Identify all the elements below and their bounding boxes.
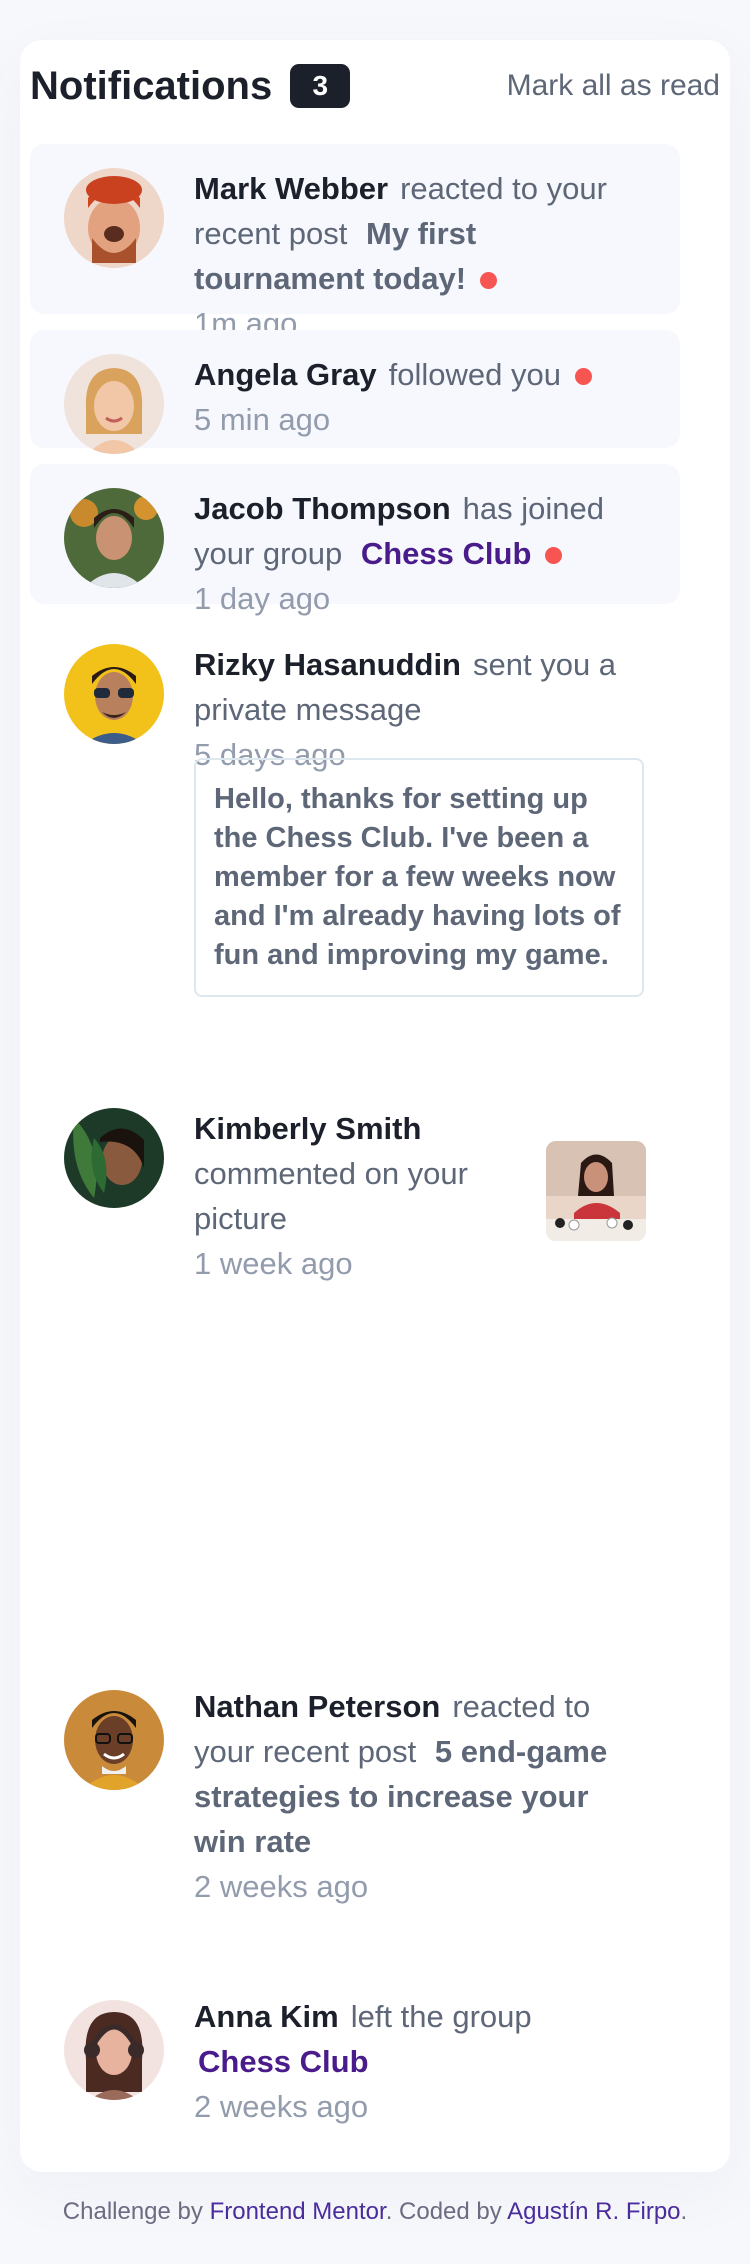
user-name[interactable]: Angela Gray [194,357,377,392]
timestamp: 2 weeks ago [194,1869,369,1904]
unread-count-badge: 3 [290,64,351,108]
notification-item[interactable]: Kimberly Smith commented on your picture… [30,1108,680,1281]
notification-item[interactable]: Nathan Peterson reacted to your recent po… [30,1689,680,1904]
frontend-mentor-link[interactable]: Frontend Mentor [210,2198,386,2225]
notification-body: Mark Webber reacted to your recent post M… [194,166,646,346]
avatar[interactable] [64,1690,164,1790]
notification-body: Anna Kim left the group Chess Club 2 week… [194,1994,646,2129]
page-title: Notifications [30,63,273,108]
commented-picture-thumbnail[interactable] [546,1141,646,1241]
notification-body: Jacob Thompson has joined your group Ches… [194,486,646,621]
notification-body: Nathan Peterson reacted to your recent po… [194,1684,646,1909]
action-text: followed you [388,357,561,392]
user-name[interactable]: Anna Kim [194,1999,339,2034]
unread-dot [480,272,498,290]
attribution-footer: Challenge by Frontend Mentor. Coded by A… [0,2196,750,2228]
notification-item[interactable]: Angela Gray followed you 5 min ago [30,330,680,454]
user-name[interactable]: Jacob Thompson [194,491,451,526]
timestamp: 1 day ago [194,581,331,616]
user-name[interactable]: Rizky Hasanuddin [194,647,461,682]
avatar[interactable] [64,354,164,454]
footer-prefix: Challenge by [62,2198,203,2225]
user-name[interactable]: Nathan Peterson [194,1689,440,1724]
private-message[interactable]: Hello, thanks for setting up the Chess C… [194,758,644,997]
unread-dot [545,547,563,565]
avatar[interactable] [64,2000,164,2100]
notification-item[interactable]: Mark Webber reacted to your recent post M… [30,144,680,341]
timestamp: 2 weeks ago [194,2089,369,2124]
avatar[interactable] [64,644,164,744]
header: Notifications 3 Mark all as read [30,56,720,116]
avatar[interactable] [64,168,164,268]
unread-dot [574,368,592,386]
notification-body: Kimberly Smith commented on your picture… [194,1106,530,1286]
notification-body: Rizky Hasanuddin sent you a private messa… [194,642,646,777]
notification-item[interactable]: Anna Kim left the group Chess Club 2 week… [30,1999,680,2130]
avatar[interactable] [64,488,164,588]
avatar[interactable] [64,1108,164,1208]
action-text: commented on your picture [194,1156,468,1236]
user-name[interactable]: Mark Webber [194,171,388,206]
author-link[interactable]: Agustín R. Firpo [507,2198,680,2225]
footer-middle: . Coded by [385,2198,502,2225]
timestamp: 1 week ago [194,1246,353,1281]
footer-suffix: . [680,2198,688,2225]
title-wrap: Notifications 3 [30,63,351,109]
group-link[interactable]: Chess Club [198,2044,369,2079]
group-link[interactable]: Chess Club [361,536,532,571]
notification-body: Angela Gray followed you 5 min ago [194,352,646,442]
user-name[interactable]: Kimberly Smith [194,1111,421,1146]
mark-all-read-button[interactable]: Mark all as read [507,69,720,103]
timestamp: 5 min ago [194,402,331,437]
action-text: left the group [350,1999,532,2034]
notification-item[interactable]: Jacob Thompson has joined your group Ches… [30,464,680,616]
notification-item[interactable]: Rizky Hasanuddin sent you a private messa… [30,620,680,997]
